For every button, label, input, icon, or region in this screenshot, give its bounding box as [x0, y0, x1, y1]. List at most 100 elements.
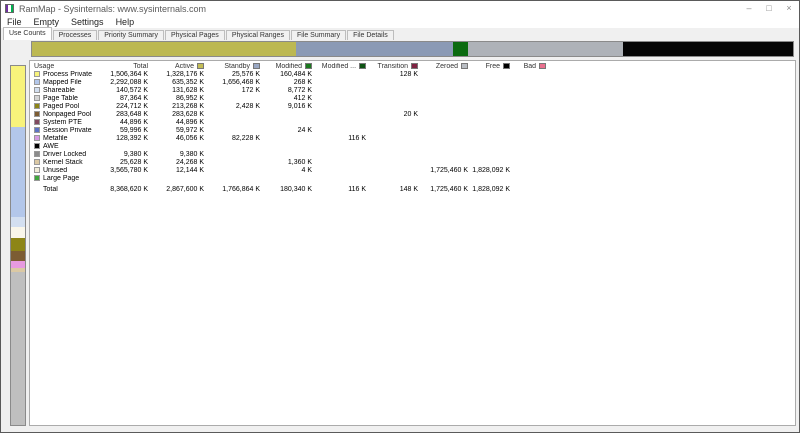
close-button[interactable]: × [779, 1, 799, 16]
tab-physical-pages[interactable]: Physical Pages [164, 30, 225, 40]
side-bar-segment-nonpaged-pool [11, 251, 25, 262]
cell-zeroed [420, 127, 470, 135]
cell-modified: 160,484 K [280, 71, 313, 78]
table-row-mapped-file[interactable]: Mapped File 2,292,088 K 635,352 K 1,656,468… [32, 79, 548, 87]
cell-zeroed [420, 87, 470, 95]
column-header-modified[interactable]: Modified [262, 63, 314, 71]
column-header-label-active: Active [174, 63, 195, 70]
cell-zeroed [420, 79, 470, 87]
cell-zeroed [420, 111, 470, 119]
usage-swatch [34, 135, 40, 141]
cell-modified_nw [314, 111, 368, 119]
cell-zeroed [420, 135, 470, 143]
cell-free [470, 79, 512, 87]
cell-usage: Process Private [32, 71, 94, 79]
cell-total: 128,392 K [116, 135, 149, 142]
cell-active: 12,144 K [176, 167, 205, 174]
column-header-modified_nw[interactable]: Modified ... [314, 63, 368, 71]
cell-zeroed [420, 119, 470, 127]
table-row-paged-pool[interactable]: Paged Pool 224,712 K 213,268 K 2,428 K 9,016… [32, 103, 548, 111]
tab-file-summary[interactable]: File Summary [290, 30, 347, 40]
maximize-button[interactable]: □ [759, 1, 779, 16]
cell-usage: Mapped File [32, 79, 94, 87]
column-header-zeroed[interactable]: Zeroed [420, 63, 470, 71]
table-row-total[interactable]: Total 8,368,620 K 2,867,600 K 1,766,864 K 18… [32, 186, 548, 194]
tab-use-counts[interactable]: Use Counts [3, 27, 52, 40]
cell-standby [206, 119, 262, 127]
usage-table: Usage Total Active Standby Modified Modified … [32, 63, 548, 194]
tab-file-details[interactable]: File Details [347, 30, 394, 40]
cell-active: 2,867,600 K [166, 186, 205, 193]
window-controls: – □ × [739, 1, 799, 16]
cell-bad [512, 175, 548, 183]
table-row-driver-locked[interactable]: Driver Locked 9,380 K 9,380 K [32, 151, 548, 159]
cell-standby: 1,656,468 K [222, 79, 261, 86]
cell-active: 9,380 K [179, 151, 205, 158]
column-header-standby[interactable]: Standby [206, 63, 262, 71]
usage-bar-segment-zeroed [468, 42, 624, 56]
cell-modified_nw [314, 87, 368, 95]
rammap-window: RamMap - Sysinternals: www.sysinternals.… [0, 0, 800, 433]
cell-modified [262, 119, 314, 127]
cell-standby [206, 111, 262, 119]
table-row-system-pte[interactable]: System PTE 44,896 K 44,896 K [32, 119, 548, 127]
usage-label: Nonpaged Pool [43, 111, 92, 118]
cell-transition [368, 167, 420, 175]
table-row-page-table[interactable]: Page Table 87,364 K 86,952 K 412 K [32, 95, 548, 103]
tab-processes[interactable]: Processes [52, 30, 98, 40]
cell-usage: Metafile [32, 135, 94, 143]
cell-usage: Page Table [32, 95, 94, 103]
usage-label: Kernel Stack [43, 159, 83, 166]
table-row-large-page[interactable]: Large Page [32, 175, 548, 183]
cell-bad [512, 186, 548, 194]
column-header-usage[interactable]: Usage [32, 63, 94, 71]
cell-usage: Large Page [32, 175, 94, 183]
table-row-shareable[interactable]: Shareable 140,572 K 131,628 K 172 K 8,772 K [32, 87, 548, 95]
cell-free [470, 143, 512, 151]
cell-active: 46,056 K [176, 135, 205, 142]
table-row-awe[interactable]: AWE [32, 143, 548, 151]
cell-modified_nw [314, 167, 368, 175]
table-row-process-private[interactable]: Process Private 1,506,364 K 1,328,176 K 25,… [32, 71, 548, 79]
cell-modified_nw [314, 143, 368, 151]
table-row-nonpaged-pool[interactable]: Nonpaged Pool 283,648 K 283,628 K 20 K [32, 111, 548, 119]
cell-total: 44,896 K [120, 119, 149, 126]
cell-bad [512, 167, 548, 175]
cell-usage: Paged Pool [32, 103, 94, 111]
table-row-metafile[interactable]: Metafile 128,392 K 46,056 K 82,228 K 116 K [32, 135, 548, 143]
app-icon-stripe [10, 5, 13, 12]
tab-priority-summary[interactable]: Priority Summary [98, 30, 164, 40]
tab-strip: Use Counts Processes Priority Summary Physi… [1, 27, 799, 40]
minimize-button[interactable]: – [739, 1, 759, 16]
cell-modified [262, 175, 314, 183]
column-header-label-transition: Transition [377, 63, 409, 70]
usage-label: Paged Pool [43, 103, 80, 110]
menu-item-help[interactable]: Help [110, 16, 141, 28]
table-row-session-private[interactable]: Session Private 59,996 K 59,972 K 24 K [32, 127, 548, 135]
cell-transition [368, 143, 420, 151]
table-header-row: Usage Total Active Standby Modified Modified … [32, 63, 548, 71]
side-bar-segment-process-private [11, 66, 25, 128]
column-header-total[interactable]: Total [94, 63, 150, 71]
header-swatch-bad [539, 63, 547, 69]
menu-item-settings[interactable]: Settings [65, 16, 110, 28]
cell-total: 224,712 K [116, 103, 149, 110]
cell-zeroed [420, 71, 470, 79]
cell-modified [262, 143, 314, 151]
column-header-bad[interactable]: Bad [512, 63, 548, 71]
cell-modified_nw [314, 79, 368, 87]
column-header-free[interactable]: Free [470, 63, 512, 71]
column-header-transition[interactable]: Transition [368, 63, 420, 71]
cell-bad [512, 151, 548, 159]
cell-active: 635,352 K [172, 79, 205, 86]
column-header-active[interactable]: Active [150, 63, 206, 71]
tab-physical-ranges[interactable]: Physical Ranges [225, 30, 290, 40]
cell-standby [206, 159, 262, 167]
cell-standby [206, 143, 262, 151]
cell-transition [368, 103, 420, 111]
usage-swatch [34, 95, 40, 101]
usage-swatch [34, 167, 40, 173]
table-row-kernel-stack[interactable]: Kernel Stack 25,628 K 24,268 K 1,360 K [32, 159, 548, 167]
side-bar-segment-shareable [11, 217, 25, 228]
table-row-unused[interactable]: Unused 3,565,780 K 12,144 K 4 K 1,725,460 K1… [32, 167, 548, 175]
